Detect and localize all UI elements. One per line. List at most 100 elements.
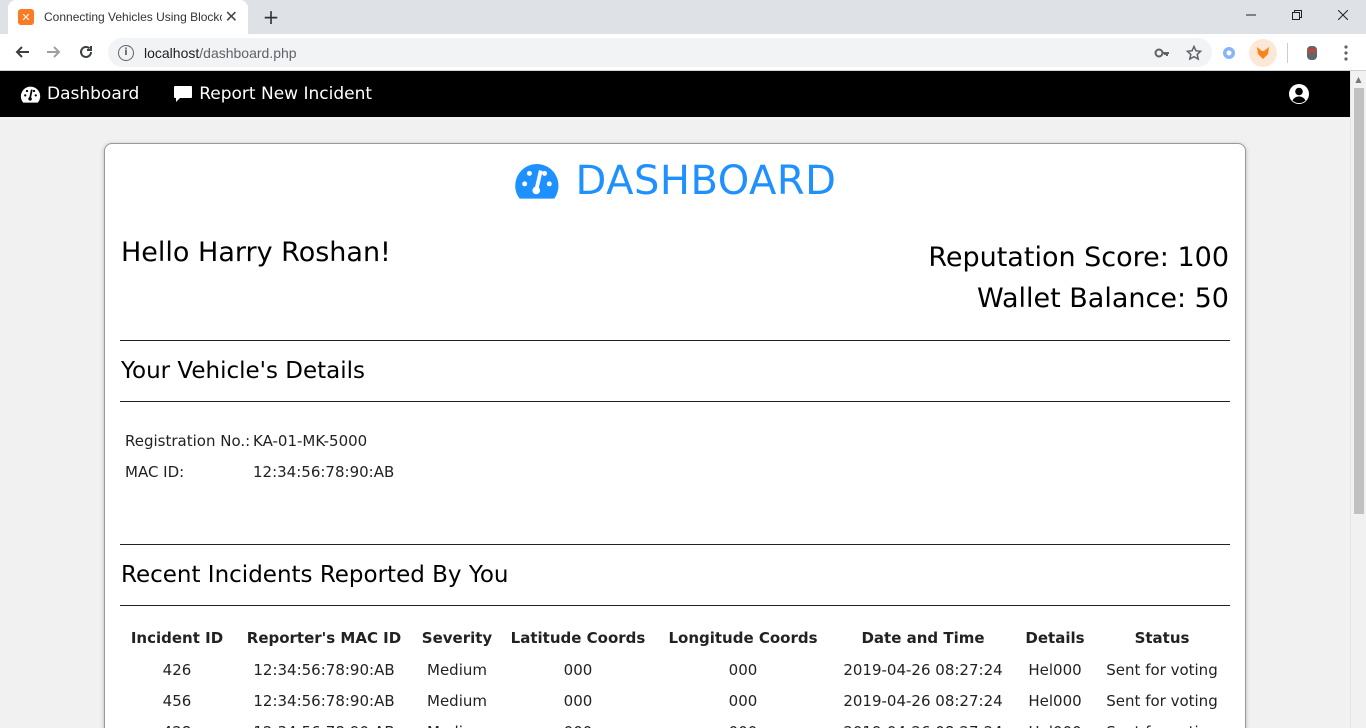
profile-button[interactable]: [1298, 39, 1326, 67]
table-cell: Hel000: [1028, 691, 1082, 710]
table-cell: 12:34:56:78:90:AB: [233, 716, 415, 728]
table-cell: 000: [563, 660, 593, 679]
page-scrollbar[interactable]: ▲: [1350, 71, 1366, 728]
table-cell: Medium: [415, 716, 499, 728]
star-icon[interactable]: [1186, 44, 1202, 61]
table-cell: 456: [162, 691, 192, 710]
detail-label: Registration No.:: [125, 431, 251, 450]
table-row: 426 12:34:56:78:90:AB Medium 000 000 201…: [121, 654, 1231, 685]
info-icon[interactable]: i: [118, 44, 134, 61]
detail-row-registration: Registration No.: KA-01-MK-5000: [125, 425, 394, 456]
scroll-thumb[interactable]: [1354, 88, 1364, 514]
nav-dashboard-label: Dashboard: [47, 84, 140, 104]
restore-icon: [1292, 10, 1302, 20]
close-window-button[interactable]: [1320, 0, 1366, 30]
browser-tabstrip: ✕ Connecting Vehicles Using Blockchain ✕…: [0, 0, 1366, 34]
key-icon[interactable]: [1154, 45, 1170, 61]
window-controls: [1228, 0, 1366, 30]
fox-icon: [1257, 46, 1269, 59]
reload-icon: [80, 45, 92, 58]
reputation-score: Reputation Score: 100: [928, 242, 1229, 273]
forward-button[interactable]: [38, 36, 70, 68]
table-cell: 428: [121, 716, 233, 728]
arrow-right-icon: [47, 46, 61, 58]
vehicle-section-title: Your Vehicle's Details: [121, 358, 366, 384]
extensions-area: [1215, 34, 1366, 71]
new-tab-button[interactable]: +: [258, 4, 284, 30]
comment-icon: [174, 86, 193, 102]
table-cell: 2019-04-26 08:27:24: [829, 716, 1017, 728]
greeting-text: Hello Harry Roshan!: [121, 237, 391, 268]
table-header-row: Incident ID Reporter's MAC ID Severity L…: [121, 622, 1231, 654]
table-row: 428 12:34:56:78:90:AB Medium 000 000 201…: [121, 716, 1231, 728]
wallet-balance: Wallet Balance: 50: [976, 283, 1229, 314]
table-cell: 000: [728, 691, 758, 710]
scroll-up-arrow[interactable]: ▲: [1351, 71, 1366, 87]
user-circle-icon: [1289, 84, 1309, 104]
table-cell: 2019-04-26 08:27:24: [843, 660, 1003, 679]
menu-button[interactable]: [1332, 39, 1360, 67]
table-cell: 12:34:56:78:90:AB: [253, 660, 395, 679]
table-cell: Medium: [427, 660, 487, 679]
nav-report-label: Report New Incident: [199, 84, 373, 104]
table-cell: 000: [657, 716, 829, 728]
url-text: localhost/dashboard.php: [144, 44, 297, 61]
table-cell: 12:34:56:78:90:AB: [253, 691, 395, 710]
table-cell: Hel000: [1017, 716, 1093, 728]
browser-tab[interactable]: ✕ Connecting Vehicles Using Blockchain ✕: [8, 0, 248, 34]
user-stats: Reputation Score: 100 Wallet Balance: 50: [928, 237, 1229, 319]
puzzle-icon: [1223, 46, 1235, 59]
incidents-table: Incident ID Reporter's MAC ID Severity L…: [121, 622, 1231, 728]
divider: [120, 401, 1230, 402]
table-cell: 000: [728, 660, 758, 679]
speedometer-icon: [514, 163, 559, 199]
page-title: DASHBOARD: [575, 158, 837, 204]
column-header: Longitude Coords: [668, 629, 818, 647]
address-bar[interactable]: i localhost/dashboard.php: [108, 38, 1212, 67]
dashboard-header: DASHBOARD: [105, 158, 1245, 204]
extension-button[interactable]: [1215, 39, 1243, 67]
divider: [120, 340, 1230, 341]
column-header: Reporter's MAC ID: [246, 629, 402, 647]
kebab-menu-icon: [1344, 44, 1348, 61]
toolbar-divider: [1287, 42, 1288, 63]
nav-report-incident-link[interactable]: Report New Incident: [173, 84, 372, 104]
minimize-button[interactable]: [1228, 0, 1274, 30]
site-navbar: Dashboard Report New Incident: [0, 71, 1350, 117]
vehicle-details: Registration No.: KA-01-MK-5000 MAC ID: …: [125, 425, 394, 487]
metamask-button[interactable]: [1249, 38, 1277, 67]
table-row: 456 12:34:56:78:90:AB Medium 000 000 201…: [121, 685, 1231, 716]
back-button[interactable]: [6, 36, 38, 68]
close-tab-icon[interactable]: ✕: [225, 9, 238, 25]
table-cell: 2019-04-26 08:27:24: [843, 691, 1003, 710]
column-header: Status: [1134, 629, 1190, 647]
arrow-left-icon: [15, 46, 29, 58]
divider: [120, 544, 1230, 545]
column-header: Date and Time: [861, 629, 985, 647]
table-cell: 426: [162, 660, 192, 679]
dashboard-card: DASHBOARD Hello Harry Roshan! Reputation…: [104, 143, 1246, 728]
table-cell: Sent for voting: [1106, 660, 1218, 679]
restore-button[interactable]: [1274, 0, 1320, 30]
table-cell: 000: [563, 691, 593, 710]
detail-row-mac: MAC ID: 12:34:56:78:90:AB: [125, 456, 394, 487]
column-header: Incident ID: [130, 629, 224, 647]
detail-label: MAC ID:: [125, 462, 185, 481]
divider: [120, 605, 1230, 606]
speedometer-icon: [20, 86, 41, 103]
minimize-icon: [1246, 14, 1256, 16]
column-header: Severity: [421, 629, 493, 647]
nav-dashboard-link[interactable]: Dashboard: [20, 84, 139, 104]
close-icon: [1338, 10, 1348, 20]
table-cell: Medium: [427, 691, 487, 710]
user-account-button[interactable]: [1288, 83, 1310, 109]
reload-button[interactable]: [70, 36, 102, 68]
tab-title: Connecting Vehicles Using Blockchain: [44, 10, 222, 24]
xampp-icon: ✕: [18, 9, 34, 25]
avatar-icon: [1307, 45, 1317, 60]
incidents-section-title: Recent Incidents Reported By You: [121, 562, 509, 588]
browser-toolbar: i localhost/dashboard.php: [0, 34, 1366, 71]
column-header: Latitude Coords: [510, 629, 646, 647]
table-cell: Sent for voting: [1106, 691, 1218, 710]
table-cell: Hel000: [1028, 660, 1082, 679]
